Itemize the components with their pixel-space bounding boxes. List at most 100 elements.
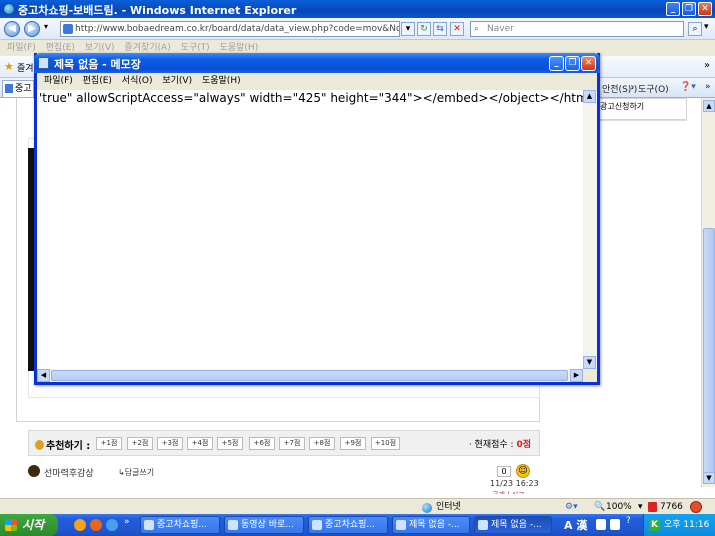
np-scroll-up-icon[interactable]: ▲ — [583, 90, 596, 103]
cmd-chevron-icon[interactable]: » — [705, 82, 711, 92]
help-tray-icon[interactable]: ? — [626, 516, 631, 526]
zoom-dropdown-icon[interactable]: ▾ — [638, 499, 643, 515]
taskbar-item[interactable]: 제목 없음 -... — [392, 516, 470, 534]
tray-k-icon[interactable]: K — [649, 519, 660, 531]
close-button[interactable]: ✕ — [698, 2, 712, 16]
ie-title-bar[interactable]: 중고차쇼핑-보배드림. - Windows Internet Explorer … — [0, 0, 715, 18]
notepad-menu-edit[interactable]: 편집(E) — [83, 73, 112, 90]
notepad-horizontal-scrollbar[interactable]: ◀ ▶ — [37, 369, 583, 382]
taskbar-item-active[interactable]: 제목 없음 -... — [474, 516, 552, 534]
medal-icon — [35, 440, 44, 450]
zoom-icon[interactable]: 🔍 — [594, 499, 605, 515]
current-score-label: · 현재점수 : — [468, 440, 514, 450]
search-options-icon[interactable]: ▾ — [704, 22, 709, 32]
page-scrollbar[interactable]: ▲ ▼ — [701, 98, 715, 487]
maximize-button[interactable]: ❐ — [682, 2, 696, 16]
recommend-label-text: 추천하기 : — [46, 441, 91, 452]
url-input[interactable]: http://www.bobaedream.co.kr/board/data/d… — [60, 21, 400, 37]
taskbar-item[interactable]: 중고차쇼핑... — [140, 516, 220, 534]
comment-actions[interactable]: 공개 | 신고 — [492, 490, 525, 494]
notepad-menu-bar: 파일(F) 편집(E) 서식(O) 보기(V) 도움말(H) — [37, 73, 597, 90]
recommend-point-button[interactable]: +8점 — [309, 437, 335, 450]
safety-menu-button[interactable]: 안전(S) — [600, 82, 632, 95]
notepad-maximize-button[interactable]: ❐ — [565, 56, 580, 71]
url-text: http://www.bobaedream.co.kr/board/data/d… — [75, 24, 399, 34]
taskbar: 시작 » 중고차쇼핑... 동영상 바로... 중고차쇼핑... 제목 없음 -… — [0, 514, 715, 536]
taskbar-item[interactable]: 동영상 바로... — [224, 516, 304, 534]
smiley-icon[interactable]: ☺ — [516, 464, 530, 478]
refresh-icon[interactable]: ⇆ — [433, 22, 447, 36]
np-scroll-right-icon[interactable]: ▶ — [570, 369, 583, 382]
notepad-minimize-button[interactable]: _ — [549, 56, 564, 71]
start-label: 시작 — [22, 518, 45, 532]
ad-link[interactable]: 광고신청하기 — [600, 101, 644, 112]
notepad-vertical-scrollbar[interactable]: ▲ ▼ — [583, 90, 597, 369]
help-icon[interactable]: ❓▾ — [680, 82, 696, 92]
recommend-point-button[interactable]: +7점 — [279, 437, 305, 450]
notepad-menu-file[interactable]: 파일(F) — [44, 73, 73, 90]
quicklaunch-media-icon[interactable] — [90, 519, 102, 531]
recommend-point-button[interactable]: +10점 — [371, 437, 400, 450]
recommend-point-button[interactable]: +4점 — [187, 437, 213, 450]
notepad-menu-format[interactable]: 서식(O) — [122, 73, 153, 90]
taskbar-item-label: 동영상 바로... — [241, 520, 294, 530]
np-scroll-left-icon[interactable]: ◀ — [37, 369, 50, 382]
start-button[interactable]: 시작 — [0, 514, 58, 536]
search-placeholder: Naver — [487, 24, 514, 34]
taskbar-item-label: 중고차쇼핑... — [157, 520, 207, 530]
address-dropdown-icon[interactable]: ▾ — [401, 22, 415, 36]
status-addon-icon[interactable] — [690, 501, 702, 513]
quicklaunch-firefox-icon[interactable] — [74, 519, 86, 531]
reply-link[interactable]: ↳답글쓰기 — [118, 467, 154, 478]
notepad-text-area[interactable]: 'true" allowScriptAccess="always" width=… — [37, 90, 583, 369]
chevron-right-icon[interactable]: » — [704, 60, 710, 71]
forward-icon[interactable]: ▶ — [24, 21, 40, 37]
recommend-point-button[interactable]: +5점 — [217, 437, 243, 450]
recommend-point-button[interactable]: +2점 — [127, 437, 153, 450]
favorites-label[interactable]: 즐겨 — [17, 61, 34, 74]
ime-indicator[interactable]: A 漢 — [564, 517, 587, 533]
minimize-button[interactable]: _ — [666, 2, 680, 16]
search-input[interactable]: ⌕ Naver — [470, 21, 684, 37]
search-icon[interactable]: ⌕ — [688, 22, 702, 36]
ie-task-icon — [228, 520, 238, 530]
scroll-down-icon[interactable]: ▼ — [703, 472, 715, 484]
go-icon[interactable]: ↻ — [417, 22, 431, 36]
recommend-point-button[interactable]: +6점 — [249, 437, 275, 450]
tab-current[interactable]: 중고 — [2, 80, 34, 97]
scroll-thumb[interactable] — [703, 228, 715, 478]
quicklaunch-more-icon[interactable]: » — [124, 517, 130, 527]
tools-menu-button[interactable]: 도구(O) — [638, 82, 669, 95]
windows-logo-icon — [5, 519, 17, 531]
clock[interactable]: 오후 11:16 — [664, 520, 709, 530]
current-score: · 현재점수 : 0점 — [469, 437, 531, 450]
notepad-title-bar[interactable]: 제목 없음 - 메모장 _ ❐ ✕ — [34, 53, 600, 73]
recommend-point-button[interactable]: +3점 — [157, 437, 183, 450]
taskbar-item-label: 제목 없음 -... — [491, 520, 542, 530]
zone-label: 인터넷 — [436, 502, 461, 512]
np-scroll-thumb[interactable] — [51, 370, 568, 381]
favorites-star-icon[interactable]: ★ — [4, 60, 14, 73]
recommend-point-button[interactable]: +1점 — [96, 437, 122, 450]
ie-task-icon — [312, 520, 322, 530]
notepad-menu-help[interactable]: 도움말(H) — [202, 73, 241, 90]
menu-file[interactable]: 파일(F) — [7, 40, 36, 56]
history-dropdown-icon[interactable]: ▾ — [44, 22, 48, 31]
taskbar-item[interactable]: 중고차쇼핑... — [308, 516, 388, 534]
scroll-up-icon[interactable]: ▲ — [703, 100, 715, 112]
quicklaunch-ie-icon[interactable] — [106, 519, 118, 531]
stop-icon[interactable]: ✕ — [450, 22, 464, 36]
comment-author[interactable]: 선마력후감상 — [44, 466, 94, 479]
recommend-point-button[interactable]: +9점 — [340, 437, 366, 450]
ie-address-bar: ◀ ▶ ▾ http://www.bobaedream.co.kr/board/… — [0, 18, 715, 40]
ime-mode-icon[interactable] — [596, 519, 606, 530]
resize-grip[interactable] — [583, 369, 597, 382]
notepad-close-button[interactable]: ✕ — [581, 56, 596, 71]
ime-pad-icon[interactable] — [610, 519, 620, 530]
np-scroll-down-icon[interactable]: ▼ — [583, 356, 596, 369]
back-icon[interactable]: ◀ — [4, 21, 20, 37]
notepad-menu-view[interactable]: 보기(V) — [162, 73, 192, 90]
ad-box: 광고신청하기 — [597, 98, 687, 120]
zoom-level[interactable]: 100% — [606, 499, 632, 515]
protected-mode-icon[interactable]: ⚙▾ — [565, 499, 578, 515]
